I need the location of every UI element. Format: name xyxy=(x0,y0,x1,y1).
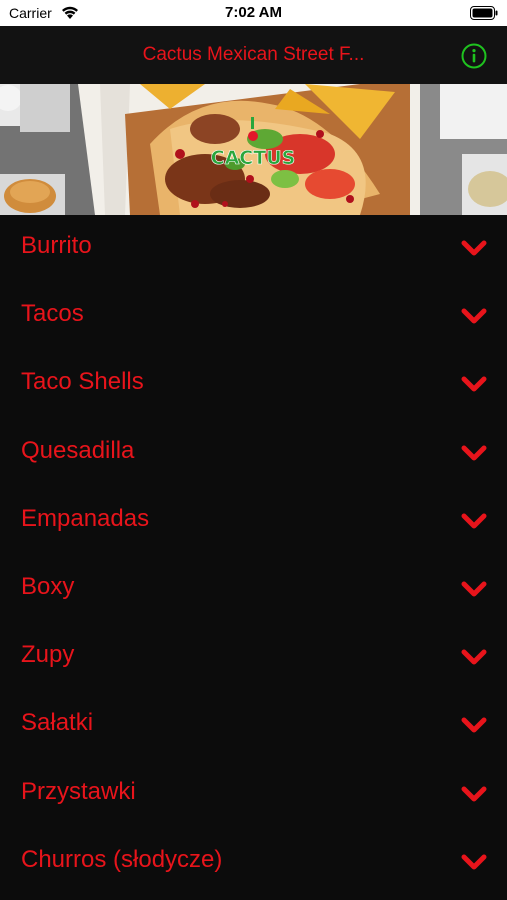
menu-category-zupy[interactable]: Zupy xyxy=(0,624,507,692)
menu-category-tacos[interactable]: Tacos xyxy=(0,283,507,351)
status-time: 7:02 AM xyxy=(225,4,282,21)
hero-banner-image: CACTUS xyxy=(0,84,507,215)
menu-category-churros[interactable]: Churros (słodycze) xyxy=(0,829,507,897)
menu-category-label: Sałatki xyxy=(21,709,94,737)
menu-category-label: Przystawki xyxy=(21,777,136,805)
chevron-down-icon xyxy=(461,376,487,392)
menu-category-taco-shells[interactable]: Taco Shells xyxy=(0,351,507,419)
chevron-down-icon xyxy=(461,513,487,529)
menu-category-przystawki[interactable]: Przystawki xyxy=(0,761,507,829)
chevron-down-icon xyxy=(461,308,487,324)
chevron-down-icon xyxy=(461,649,487,665)
chevron-down-icon xyxy=(461,854,487,870)
chevron-down-icon xyxy=(461,445,487,461)
menu-category-label: Zupy xyxy=(21,641,75,669)
menu-category-label: Churros (słodycze) xyxy=(21,845,223,873)
status-bar: Carrier 7:02 AM xyxy=(0,0,507,26)
menu-category-label: Quesadilla xyxy=(21,436,135,464)
chevron-down-icon xyxy=(461,717,487,733)
menu-category-label: Tacos xyxy=(21,300,84,328)
chevron-down-icon xyxy=(461,240,487,256)
menu-category-burrito[interactable]: Burrito xyxy=(0,215,507,283)
chevron-down-icon xyxy=(461,786,487,801)
battery-icon xyxy=(470,6,498,20)
menu-category-list: Burrito Tacos Taco Shells Quesadilla Emp… xyxy=(0,215,507,897)
menu-category-boxy[interactable]: Boxy xyxy=(0,556,507,624)
info-icon[interactable] xyxy=(461,43,487,69)
page-title: Cactus Mexican Street F... xyxy=(142,44,365,65)
menu-category-label: Burrito xyxy=(21,232,92,259)
cactus-logo: CACTUS xyxy=(211,147,296,169)
menu-category-empanadas[interactable]: Empanadas xyxy=(0,488,507,556)
menu-category-label: Taco Shells xyxy=(21,368,144,396)
chevron-down-icon xyxy=(461,581,487,597)
menu-category-quesadilla[interactable]: Quesadilla xyxy=(0,420,507,488)
menu-category-label: Boxy xyxy=(21,572,75,600)
menu-category-label: Empanadas xyxy=(21,504,150,532)
navigation-bar: Cactus Mexican Street F... xyxy=(0,26,507,84)
menu-category-salatki[interactable]: Sałatki xyxy=(0,692,507,760)
